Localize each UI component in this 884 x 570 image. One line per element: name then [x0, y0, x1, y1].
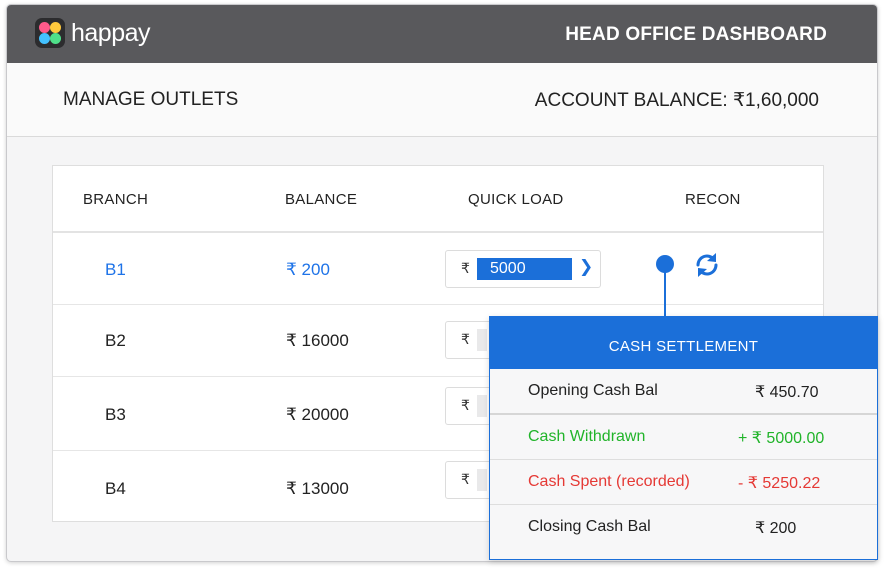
account-balance: ACCOUNT BALANCE: ₹1,60,000	[535, 89, 819, 112]
happay-logo[interactable]: happay	[35, 18, 151, 48]
settlement-value: - ₹ 5250.22	[738, 475, 821, 492]
quick-load-input[interactable]	[477, 469, 487, 491]
account-balance-value: ₹1,60,000	[732, 90, 819, 111]
column-header-quick-load: QUICK LOAD	[468, 191, 564, 208]
currency-symbol: ₹	[461, 471, 470, 487]
branch-balance: ₹ 20000	[286, 405, 349, 424]
chevron-right-icon[interactable]: ❯	[579, 257, 593, 277]
settlement-label: Opening Cash Bal	[528, 382, 658, 399]
settlement-value: ₹ 200	[755, 520, 797, 537]
refresh-icon[interactable]	[692, 250, 722, 280]
branch-name[interactable]: B4	[105, 479, 126, 499]
settlement-row-spent: Cash Spent (recorded) - ₹ 5250.22	[490, 460, 877, 505]
recon-pointer-line	[664, 272, 666, 316]
logo-text: happay	[71, 18, 151, 47]
settlement-label: Closing Cash Bal	[528, 518, 651, 535]
branch-name[interactable]: B3	[105, 405, 126, 425]
branch-balance: ₹ 16000	[286, 331, 349, 350]
dashboard-title: HEAD OFFICE DASHBOARD	[565, 24, 827, 45]
popup-title: CASH SETTLEMENT	[490, 317, 877, 369]
quick-load-input[interactable]: 5000	[477, 258, 572, 280]
settlement-row-opening: Opening Cash Bal ₹ 450.70	[490, 369, 877, 415]
account-balance-label: ACCOUNT BALANCE:	[534, 90, 728, 111]
settlement-value: + ₹ 5000.00	[738, 430, 825, 447]
settlement-label: Cash Withdrawn	[528, 428, 646, 445]
top-bar: happay HEAD OFFICE DASHBOARD	[7, 5, 877, 63]
settlement-row-withdrawn: Cash Withdrawn + ₹ 5000.00	[490, 415, 877, 460]
recon-pointer-dot	[656, 255, 674, 273]
branch-name[interactable]: B1	[105, 260, 126, 280]
quick-load-input[interactable]	[477, 329, 487, 351]
branch-name[interactable]: B2	[105, 331, 126, 351]
currency-symbol: ₹	[461, 331, 470, 347]
subheader: MANAGE OUTLETS ACCOUNT BALANCE: ₹1,60,00…	[7, 63, 877, 137]
logo-icon	[35, 18, 65, 48]
column-header-recon: RECON	[685, 191, 741, 208]
column-header-branch: BRANCH	[83, 191, 149, 208]
branch-balance: ₹ 13000	[286, 479, 349, 498]
table-header: BRANCH BALANCE QUICK LOAD RECON	[53, 166, 823, 233]
currency-symbol: ₹	[461, 397, 470, 413]
currency-symbol: ₹	[461, 260, 470, 276]
branch-balance: ₹ 200	[286, 260, 330, 279]
settlement-value: ₹ 450.70	[755, 384, 819, 401]
page-title: MANAGE OUTLETS	[63, 89, 239, 110]
cash-settlement-popup: CASH SETTLEMENT Opening Cash Bal ₹ 450.7…	[489, 316, 878, 560]
quick-load-field[interactable]: ₹ 5000 ❯	[445, 250, 601, 288]
settlement-row-closing: Closing Cash Bal ₹ 200	[490, 505, 877, 550]
column-header-balance: BALANCE	[285, 191, 358, 208]
settlement-label: Cash Spent (recorded)	[528, 473, 690, 490]
quick-load-input[interactable]	[477, 395, 487, 417]
